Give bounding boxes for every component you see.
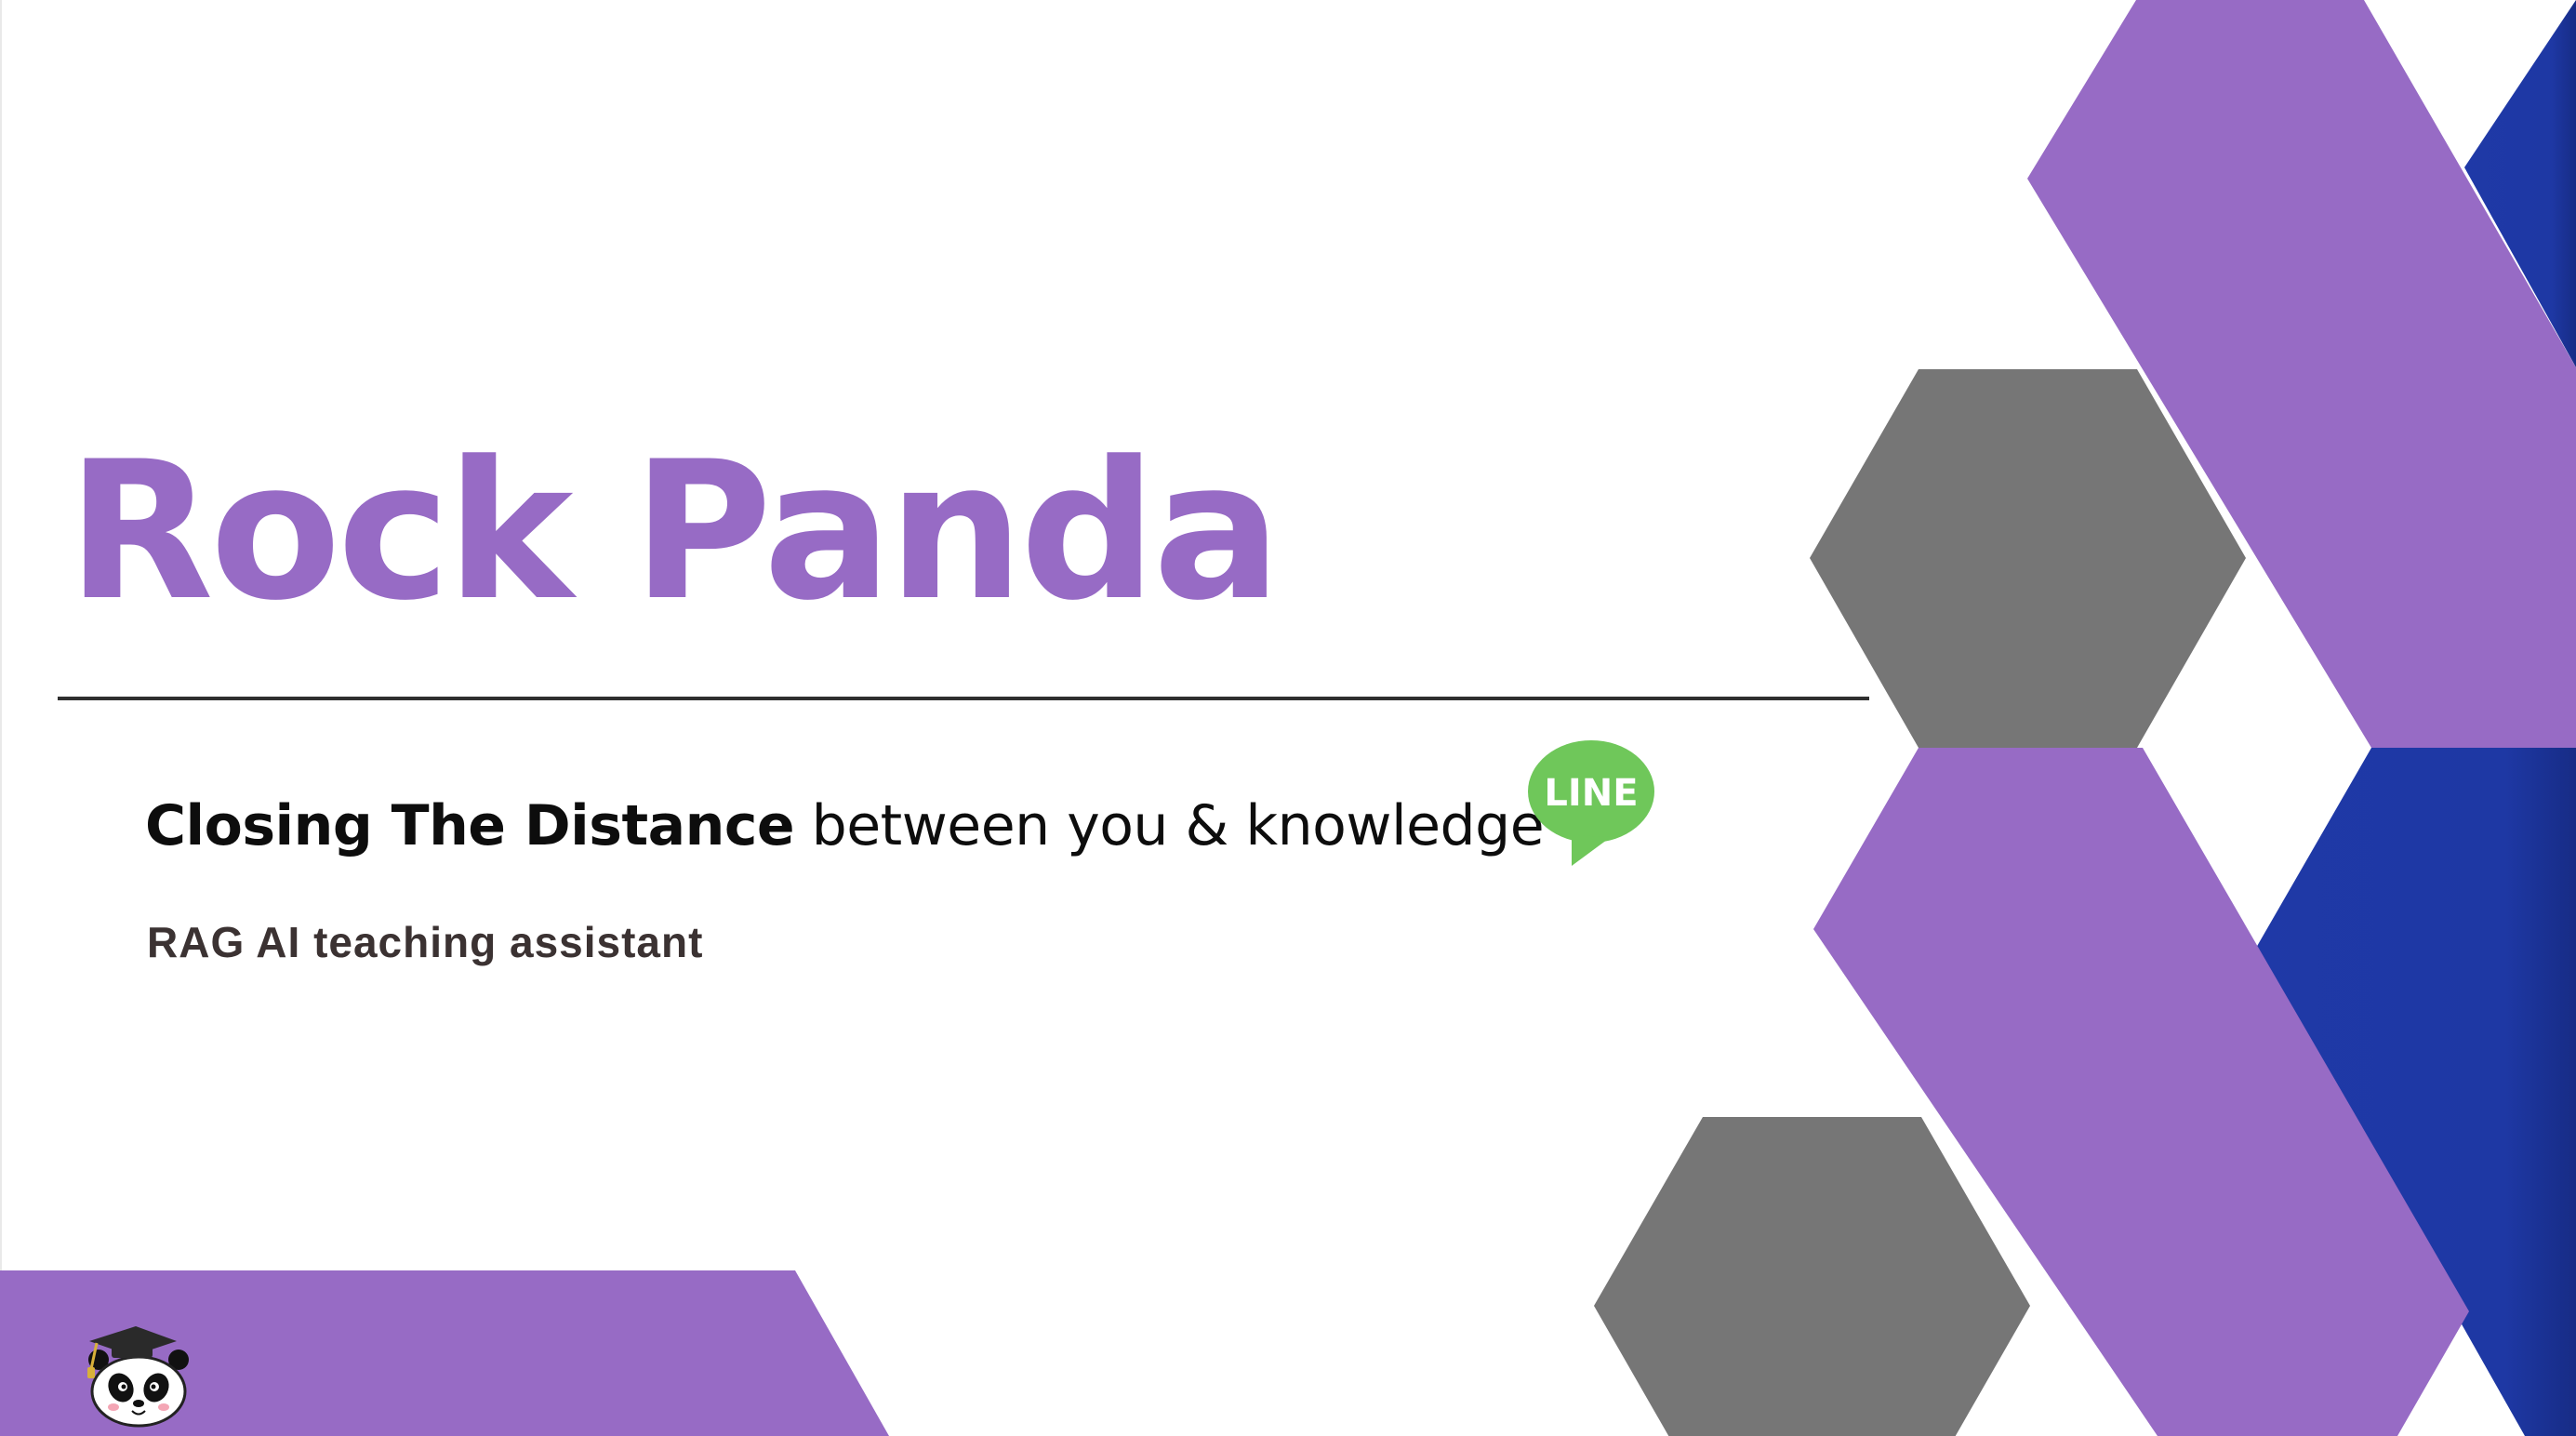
subtitle: RAG AI teaching assistant	[147, 918, 704, 966]
tagline-emphasis: Closing The Distance	[145, 793, 795, 858]
panda-graduate-icon	[87, 1326, 189, 1428]
slide-title: Rock Panda	[67, 421, 1281, 643]
tagline-text: between you & knowledge	[794, 793, 1545, 858]
line-chat-bubble-icon: LINE	[1528, 740, 1654, 866]
slide: Rock Panda Closing The Distance between …	[0, 0, 2576, 1436]
hexagon-decoration	[0, 0, 2576, 1436]
line-badge-label: LINE	[1544, 772, 1638, 815]
tagline: Closing The Distance between you & knowl…	[145, 798, 1545, 854]
gray-hexagon-lower	[1594, 1117, 2030, 1436]
title-divider	[58, 697, 1869, 700]
